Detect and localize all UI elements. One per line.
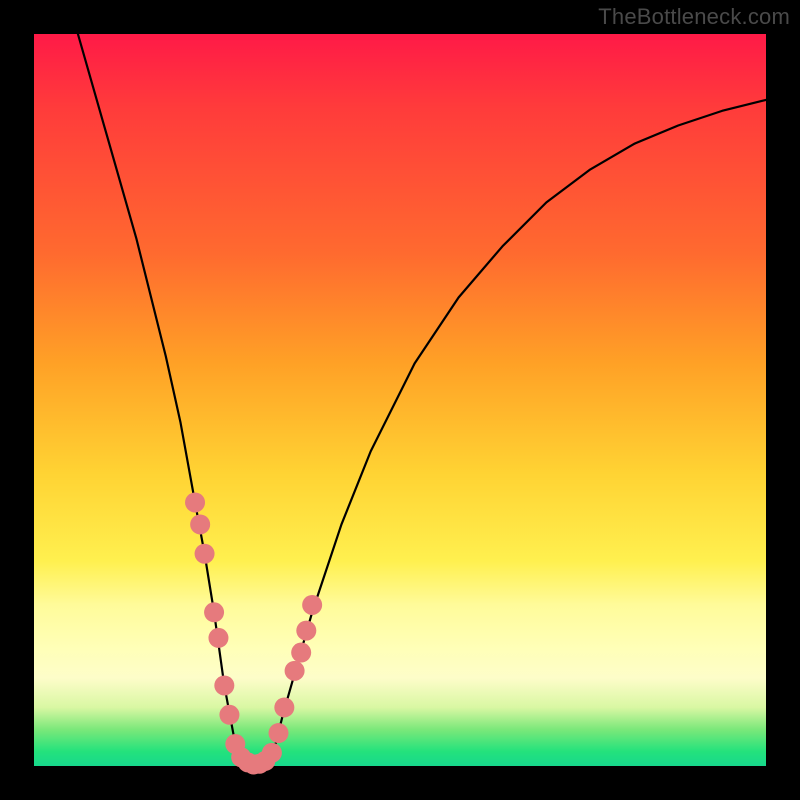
- chart-svg: [34, 34, 766, 766]
- data-marker: [268, 723, 288, 743]
- marker-layer: [185, 492, 322, 774]
- data-marker: [274, 697, 294, 717]
- data-marker: [195, 544, 215, 564]
- data-marker: [262, 743, 282, 763]
- data-marker: [208, 628, 228, 648]
- bottleneck-curve: [78, 34, 766, 766]
- chart-frame: TheBottleneck.com: [0, 0, 800, 800]
- plot-area: [34, 34, 766, 766]
- data-marker: [204, 602, 224, 622]
- watermark-text: TheBottleneck.com: [598, 4, 790, 30]
- data-marker: [291, 643, 311, 663]
- data-marker: [219, 705, 239, 725]
- data-marker: [285, 661, 305, 681]
- data-marker: [185, 492, 205, 512]
- curve-layer: [78, 34, 766, 766]
- data-marker: [302, 595, 322, 615]
- data-marker: [214, 675, 234, 695]
- data-marker: [296, 621, 316, 641]
- data-marker: [190, 514, 210, 534]
